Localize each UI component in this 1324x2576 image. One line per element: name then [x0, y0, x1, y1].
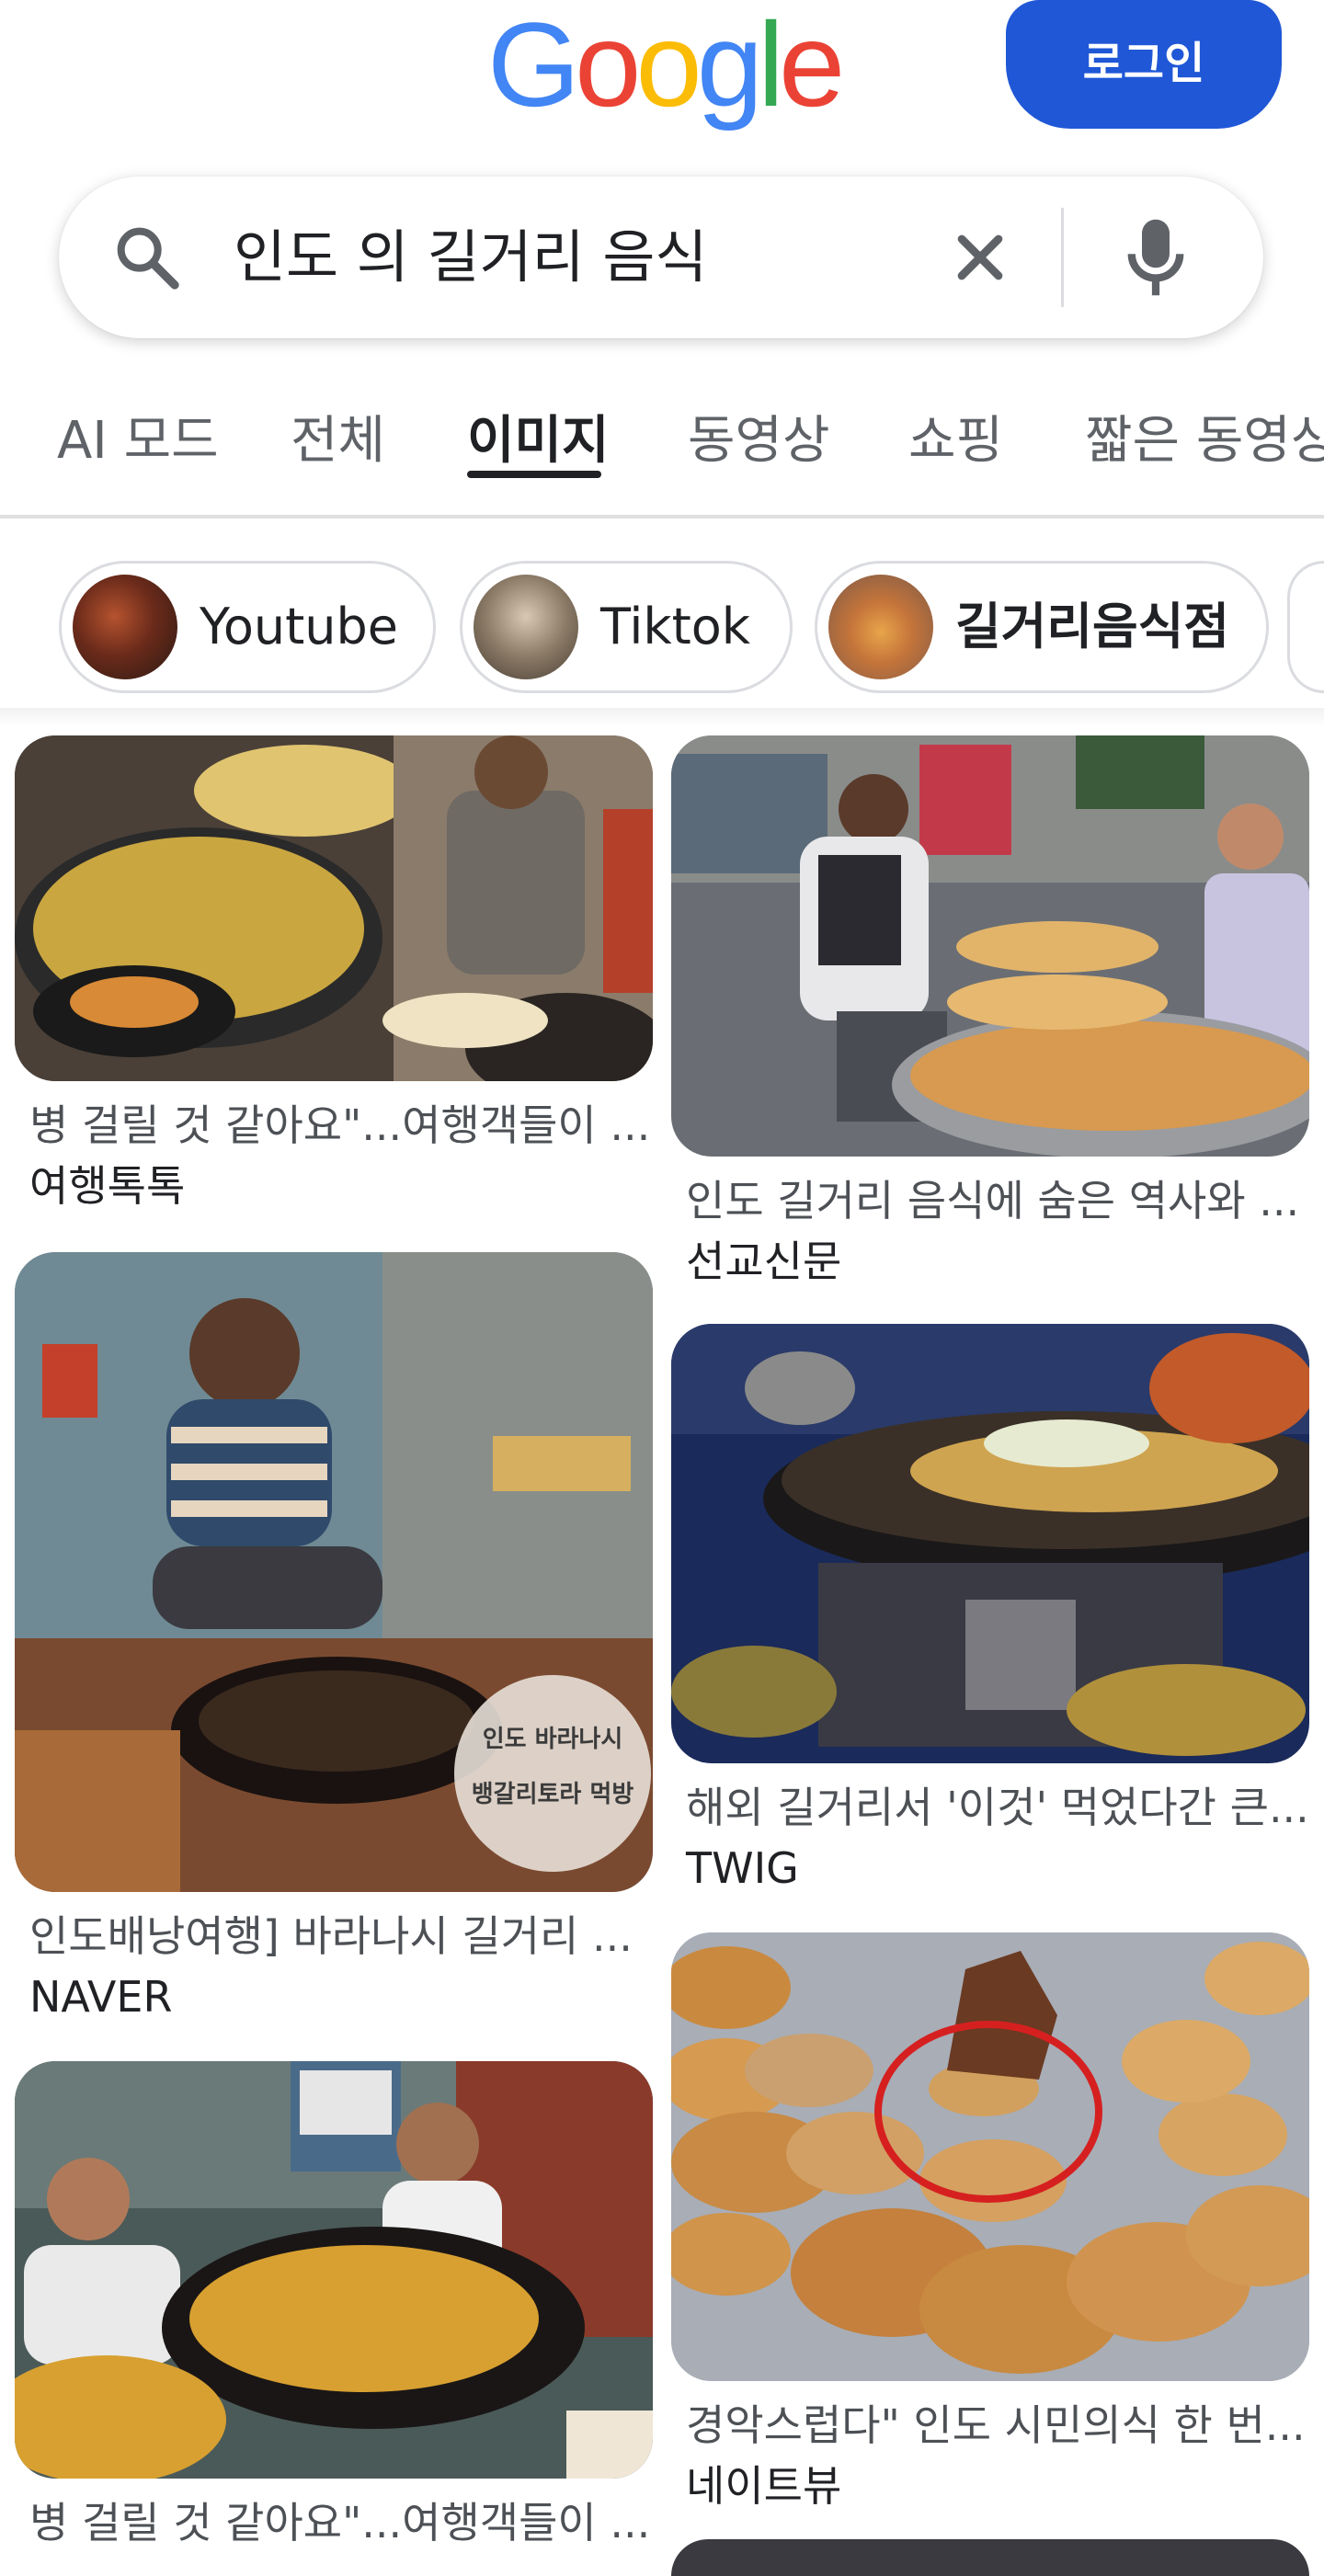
tab-shopping[interactable]: 쇼핑 — [908, 395, 1003, 487]
tab-all[interactable]: 전체 — [291, 395, 385, 487]
logo-letter: o — [635, 0, 702, 131]
result-source[interactable]: NAVER — [29, 1969, 172, 2024]
close-icon[interactable] — [943, 221, 1017, 294]
image-result[interactable]: 병 걸릴 것 같아요"...여행객들이 ... — [15, 2061, 653, 2576]
chip-thumbnail — [828, 575, 933, 679]
chip-label: Youtube — [200, 598, 398, 655]
results-top-shadow — [0, 708, 1324, 726]
search-tabs: AI 모드 전체 이미지 동영상 쇼핑 짧은 동영상 — [0, 368, 1324, 515]
logo-letter: g — [696, 0, 763, 131]
badge-line: 뱅갈리토라 먹방 — [471, 1781, 634, 1808]
chip-thumbnail — [73, 575, 177, 679]
result-source[interactable]: TWIG — [686, 1841, 799, 1896]
result-title[interactable]: 경악스럽다" 인도 시민의식 한 번... — [686, 2398, 1306, 2453]
result-image[interactable] — [15, 735, 653, 1081]
tab-shorts[interactable]: 짧은 동영상 — [1085, 395, 1324, 487]
result-title[interactable]: 해외 길거리서 '이것' 먹었다간 큰... — [686, 1780, 1309, 1835]
google-logo[interactable]: Google — [487, 0, 845, 131]
search-icon[interactable] — [110, 221, 184, 294]
chip-street-food-stall[interactable]: 길거리음식점 — [815, 561, 1269, 693]
image-result[interactable]: 병 걸릴 것 같아요"...여행객들이 ... 여행톡톡 — [15, 735, 653, 1214]
image-result[interactable] — [671, 2539, 1309, 2576]
logo-letter: l — [758, 0, 784, 131]
image-result[interactable]: 인도 길거리 음식에 숨은 역사와 ... 선교신문 — [671, 735, 1309, 1287]
result-title[interactable]: 인도 길거리 음식에 숨은 역사와 ... — [686, 1173, 1299, 1228]
result-image[interactable] — [671, 735, 1309, 1157]
image-result[interactable]: 해외 길거리서 '이것' 먹었다간 큰... TWIG — [671, 1324, 1309, 1912]
chip-thumbnail — [474, 575, 578, 679]
tabs-divider — [0, 515, 1324, 519]
chip-tiktok[interactable]: Tiktok — [460, 561, 793, 693]
result-title[interactable]: 병 걸릴 것 같아요"...여행객들이 ... — [29, 1098, 650, 1153]
logo-letter: e — [778, 0, 845, 131]
search-bar[interactable]: 인도 의 길거리 음식 — [59, 177, 1263, 338]
result-source[interactable]: 선교신문 — [686, 1234, 841, 1289]
tab-ai-mode[interactable]: AI 모드 — [57, 395, 219, 487]
result-image[interactable] — [15, 2061, 653, 2479]
result-source[interactable]: 네이트뷰 — [686, 2458, 841, 2513]
search-divider — [1061, 208, 1064, 307]
tab-videos[interactable]: 동영상 — [688, 395, 830, 487]
chip-youtube[interactable]: Youtube — [59, 561, 436, 693]
chip-label: 길거리음식점 — [955, 598, 1230, 655]
header: Google 로그인 — [0, 0, 1324, 165]
result-image[interactable] — [671, 2539, 1309, 2576]
chip-overflow[interactable] — [1287, 561, 1324, 693]
image-caption-badge: 인도 바라나시 뱅갈리토라 먹방 — [454, 1675, 651, 1872]
active-tab-indicator — [467, 471, 601, 478]
logo-letter: G — [487, 0, 580, 131]
image-result[interactable]: 경악스럽다" 인도 시민의식 한 번... 네이트뷰 — [671, 1932, 1309, 2521]
result-image[interactable]: 인도 바라나시 뱅갈리토라 먹방 — [15, 1252, 653, 1892]
result-title[interactable]: 인도배낭여행] 바라나시 길거리 ... — [29, 1909, 633, 1964]
chip-label: Tiktok — [600, 598, 751, 655]
result-title[interactable]: 병 걸릴 것 같아요"...여행객들이 ... — [29, 2495, 650, 2550]
badge-line: 인도 바라나시 — [482, 1726, 623, 1753]
microphone-icon[interactable] — [1114, 211, 1197, 303]
image-result[interactable]: 인도 바라나시 뱅갈리토라 먹방 인도배낭여행] 바라나시 길거리 ... NA… — [15, 1252, 653, 2024]
result-image[interactable] — [671, 1932, 1309, 2381]
login-button[interactable]: 로그인 — [1006, 0, 1282, 129]
result-source[interactable]: 여행톡톡 — [29, 1158, 185, 1214]
logo-letter: o — [575, 0, 641, 131]
filter-chips: Youtube Tiktok 길거리음식점 — [0, 552, 1324, 699]
search-input[interactable]: 인도 의 길거리 음식 — [234, 210, 707, 305]
result-image[interactable] — [671, 1324, 1309, 1763]
